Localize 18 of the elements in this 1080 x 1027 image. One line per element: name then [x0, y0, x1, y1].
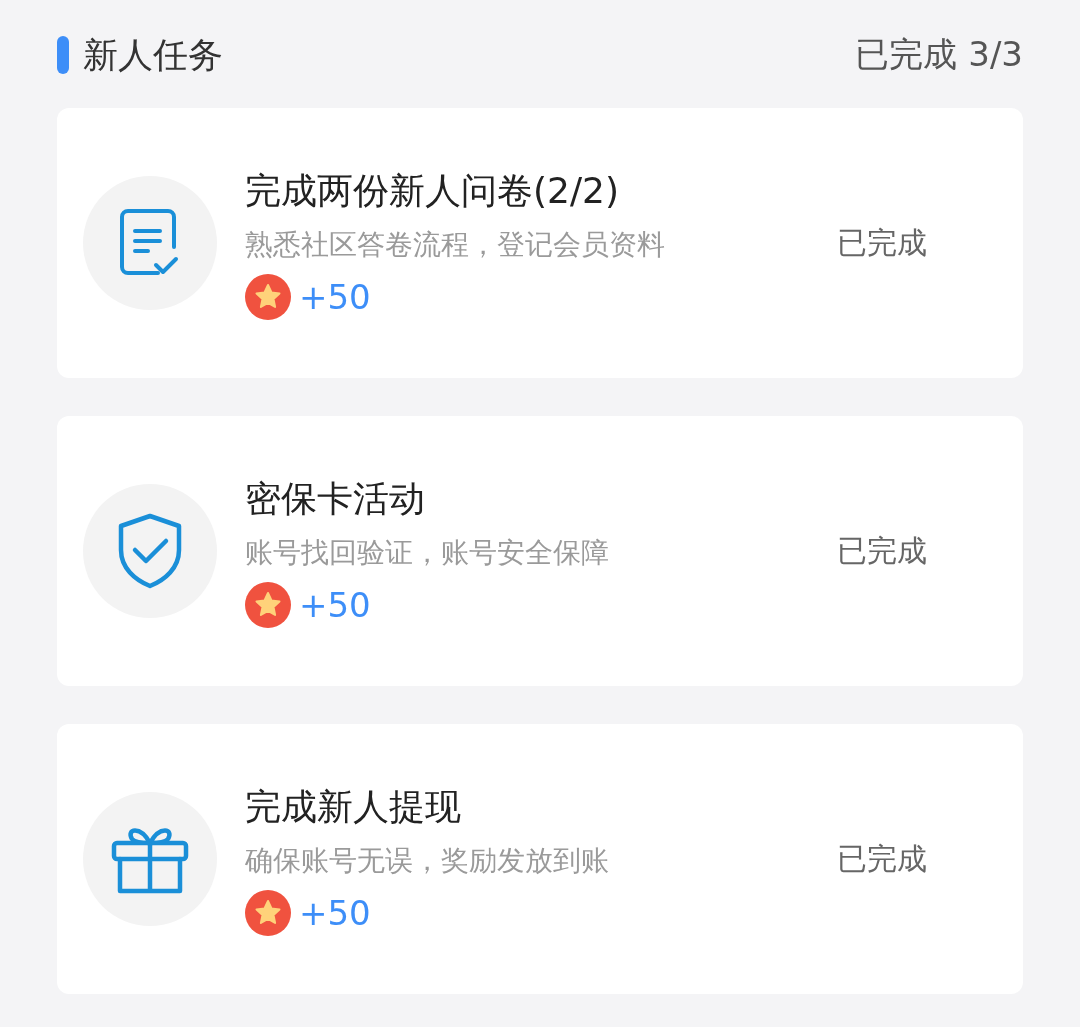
task-status: 已完成: [837, 531, 928, 570]
task-description: 确保账号无误，奖励发放到账: [245, 842, 610, 879]
task-title: 完成新人提现: [245, 784, 462, 829]
task-description: 熟悉社区答卷流程，登记会员资料: [245, 226, 666, 263]
task-title: 密保卡活动: [245, 476, 426, 521]
task-status: 已完成: [837, 839, 928, 878]
reward-points: +50: [299, 584, 371, 625]
task-description: 账号找回验证，账号安全保障: [245, 534, 610, 571]
accent-bar: [57, 36, 69, 74]
star-coin-icon: [245, 273, 291, 320]
star-coin-icon: [245, 889, 291, 936]
reward-points: +50: [299, 276, 371, 317]
task-title: 完成两份新人问卷(2/2): [245, 168, 621, 213]
star-coin-icon: [245, 581, 291, 628]
progress-count: 已完成 3/3: [855, 33, 1023, 76]
section-title: 新人任务: [83, 33, 223, 77]
reward-points: +50: [299, 892, 371, 933]
task-status: 已完成: [837, 223, 928, 262]
